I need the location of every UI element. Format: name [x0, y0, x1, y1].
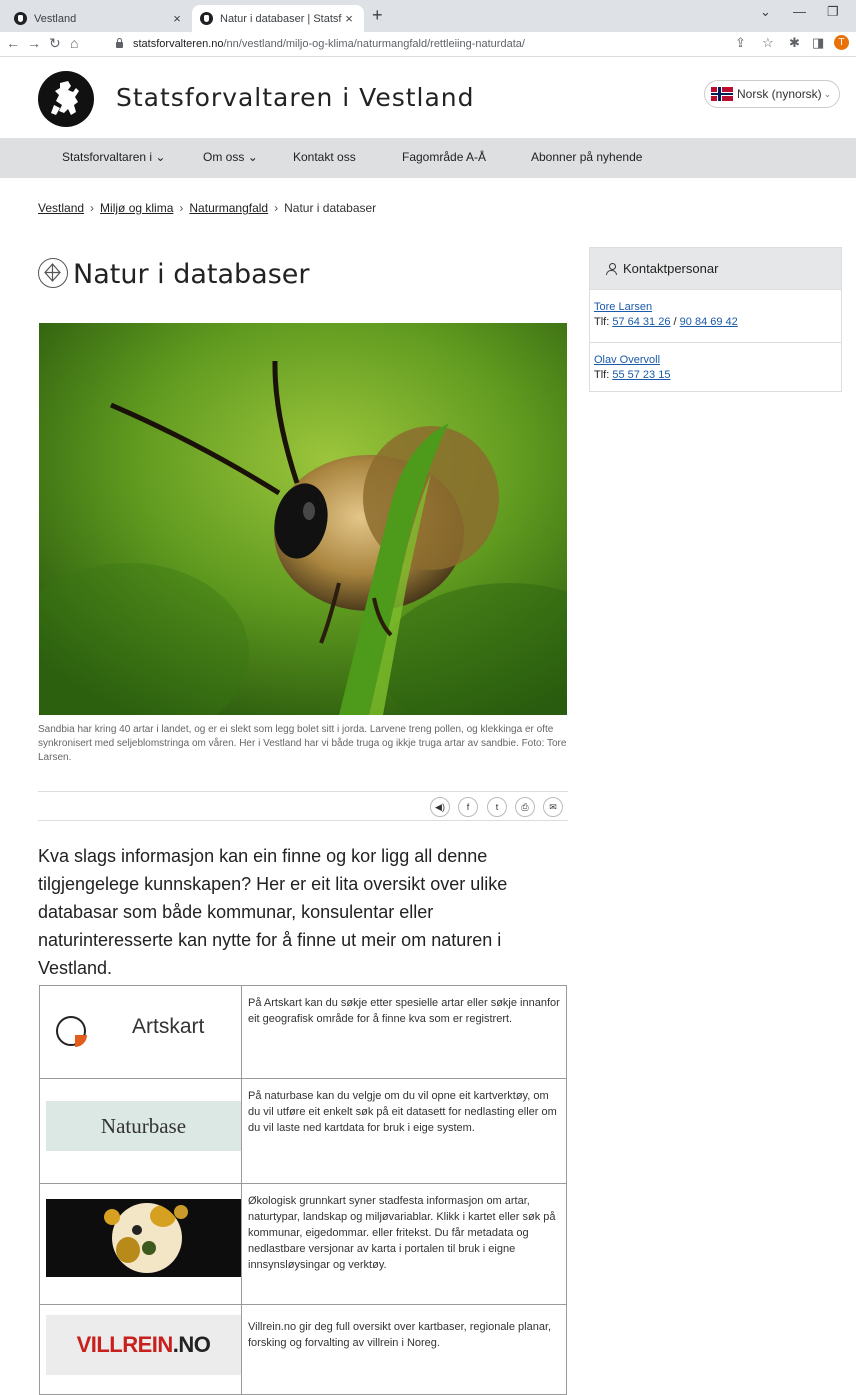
breadcrumb-vestland[interactable]: Vestland	[38, 201, 84, 215]
breadcrumb-naturmangfald[interactable]: Naturmangfald	[189, 201, 268, 215]
nav-item-om-oss[interactable]: Om oss ⌄	[203, 150, 258, 164]
grunnkart-description: Økologisk grunnkart syner stadfesta info…	[241, 1183, 567, 1305]
table-row: VILLREIN .NO Villrein.no gir deg full ove…	[39, 1304, 567, 1395]
page-category-icon	[38, 258, 68, 288]
browser-tabstrip: Vestland × Natur i databaser | Statsforv…	[0, 0, 856, 32]
speaker-icon[interactable]: ◀)	[430, 797, 450, 817]
intro-text: Kva slags informasjon kan ein finne og k…	[38, 846, 508, 978]
tab-close-icon[interactable]: ×	[170, 11, 184, 26]
breadcrumb-miljo-og-klima[interactable]: Miljø og klima	[100, 201, 173, 215]
twitter-icon[interactable]: t	[487, 797, 507, 817]
tab-title: Natur i databaser | Statsforvaltaren	[220, 12, 342, 25]
nav-label: Statsforvaltaren i	[62, 150, 153, 164]
bookmark-star-icon[interactable]: ☆	[762, 35, 774, 51]
tab-search-chevron-icon[interactable]: ⌄	[760, 4, 771, 20]
browser-tab-vestland[interactable]: Vestland ×	[6, 5, 192, 32]
side-panel-icon[interactable]: ◨	[812, 35, 824, 51]
lion-icon	[51, 81, 79, 115]
contact-heading: Kontaktpersonar	[590, 248, 841, 290]
tab-title: Vestland	[34, 12, 77, 25]
facebook-icon[interactable]: f	[458, 797, 478, 817]
table-row: Naturbase På naturbase kan du velgje om …	[39, 1078, 567, 1184]
chevron-down-icon: ⌄	[155, 150, 166, 164]
chevron-right-icon: ›	[179, 201, 184, 215]
artskart-logo-cell[interactable]: Artskart	[39, 985, 242, 1079]
nav-label: Om oss	[203, 150, 245, 164]
hero-image-bee	[39, 323, 567, 715]
nav-item-statsforvaltaren[interactable]: Statsforvaltaren i ⌄	[62, 150, 165, 164]
villrein-logo-cell[interactable]: VILLREIN .NO	[39, 1304, 242, 1395]
breadcrumb-current: Natur i databaser	[284, 201, 377, 215]
norway-flag-icon	[711, 87, 733, 101]
artskart-logo[interactable]: Artskart	[56, 1016, 226, 1048]
contact-name-link[interactable]: Olav Overvoll	[594, 354, 660, 366]
table-row: Artskart På Artskart kan du søkje etter …	[39, 985, 567, 1079]
coat-of-arms-logo[interactable]	[38, 71, 94, 127]
phone-separator: /	[673, 316, 677, 328]
artskart-ring-icon	[56, 1016, 87, 1047]
database-table: Artskart På Artskart kan du søkje etter …	[39, 985, 567, 1395]
contact-heading-text: Kontaktpersonar	[623, 261, 719, 276]
phone-link[interactable]: 55 57 23 15	[612, 369, 670, 381]
breadcrumb: Vestland › Miljø og klima › Naturmangfald › Na…	[38, 201, 376, 215]
villrein-logo[interactable]: VILLREIN .NO	[46, 1315, 241, 1375]
extensions-puzzle-icon[interactable]: ✱	[789, 35, 800, 51]
artskart-logo-text: Artskart	[132, 1015, 205, 1038]
share-page-icon[interactable]: ⇪	[735, 35, 746, 51]
nav-item-fagomrade[interactable]: Fagområde A-Å	[402, 150, 486, 164]
contact-person: Tore Larsen Tlf: 57 64 31 26 / 90 84 69 …	[590, 290, 841, 343]
url-path: /nn/vestland/miljo-og-klima/naturmangfal…	[223, 38, 525, 50]
naturbase-logo-cell[interactable]: Naturbase	[39, 1078, 242, 1184]
language-selector[interactable]: Norsk (nynorsk) ⌄	[704, 80, 840, 108]
site-favicon-icon	[200, 12, 213, 25]
naturbase-logo[interactable]: Naturbase	[46, 1101, 241, 1151]
chevron-right-icon: ›	[274, 201, 279, 215]
mail-icon[interactable]: ✉	[543, 797, 563, 817]
site-favicon-icon	[14, 12, 27, 25]
map-collage-icon	[112, 1203, 182, 1273]
okologisk-grunnkart-logo[interactable]	[46, 1199, 241, 1277]
phone-label: Tlf:	[594, 369, 610, 381]
url-host: statsforvalteren.no	[133, 38, 224, 50]
table-row: Økologisk grunnkart syner stadfesta info…	[39, 1183, 567, 1305]
address-bar[interactable]: statsforvalteren.no/nn/vestland/miljo-og…	[116, 34, 716, 54]
villrein-logo-suffix: .NO	[172, 1332, 211, 1357]
share-toolbar: ◀) f t ⎙ ✉	[38, 791, 568, 821]
lock-icon	[116, 38, 123, 48]
phone-link[interactable]: 90 84 69 42	[680, 316, 738, 328]
phone-link[interactable]: 57 64 31 26	[612, 316, 670, 328]
page-title: Natur i databaser	[73, 259, 310, 290]
person-icon	[606, 262, 617, 275]
site-title[interactable]: Statsforvaltaren i Vestland	[116, 83, 475, 112]
print-icon[interactable]: ⎙	[515, 797, 535, 817]
new-tab-icon[interactable]: +	[372, 5, 383, 26]
chevron-down-icon: ⌄	[823, 88, 832, 99]
reload-icon[interactable]: ↻	[49, 35, 61, 52]
naturbase-description: På naturbase kan du velgje om du vil opn…	[241, 1078, 567, 1184]
nav-item-kontakt-oss[interactable]: Kontakt oss	[293, 150, 356, 164]
home-icon[interactable]: ⌂	[70, 35, 78, 51]
main-navigation: Statsforvaltaren i ⌄ Om oss ⌄ Kontakt os…	[0, 138, 856, 178]
restore-window-icon[interactable]: ❐	[827, 4, 839, 20]
contact-name-link[interactable]: Tore Larsen	[594, 301, 652, 313]
artskart-description: På Artskart kan du søkje etter spesielle…	[241, 985, 567, 1079]
profile-avatar[interactable]: T	[834, 35, 849, 50]
contact-persons-box: Kontaktpersonar Tore Larsen Tlf: 57 64 3…	[589, 247, 842, 392]
back-arrow-icon[interactable]: ←	[6, 35, 20, 51]
minimize-icon[interactable]: —	[793, 4, 806, 19]
chevron-right-icon: ›	[90, 201, 95, 215]
contact-person: Olav Overvoll Tlf: 55 57 23 15	[590, 343, 841, 383]
tab-close-icon[interactable]: ×	[342, 11, 356, 26]
nav-item-abonner[interactable]: Abonner på nyhende	[531, 150, 642, 164]
browser-tab-natur-i-databaser[interactable]: Natur i databaser | Statsforvaltaren ×	[192, 5, 364, 32]
chevron-down-icon: ⌄	[247, 150, 258, 164]
phone-label: Tlf:	[594, 316, 610, 328]
villrein-description: Villrein.no gir deg full oversikt over k…	[241, 1304, 567, 1395]
browser-toolbar: ← → ↻ ⌂ statsforvalteren.no/nn/vestland/…	[0, 32, 856, 57]
grunnkart-logo-cell[interactable]	[39, 1183, 242, 1305]
image-caption: Sandbia har kring 40 artar i landet, og …	[38, 724, 567, 763]
forward-arrow-icon[interactable]: →	[27, 35, 41, 51]
language-label: Norsk (nynorsk)	[737, 87, 822, 101]
villrein-logo-text: VILLREIN	[76, 1332, 174, 1357]
